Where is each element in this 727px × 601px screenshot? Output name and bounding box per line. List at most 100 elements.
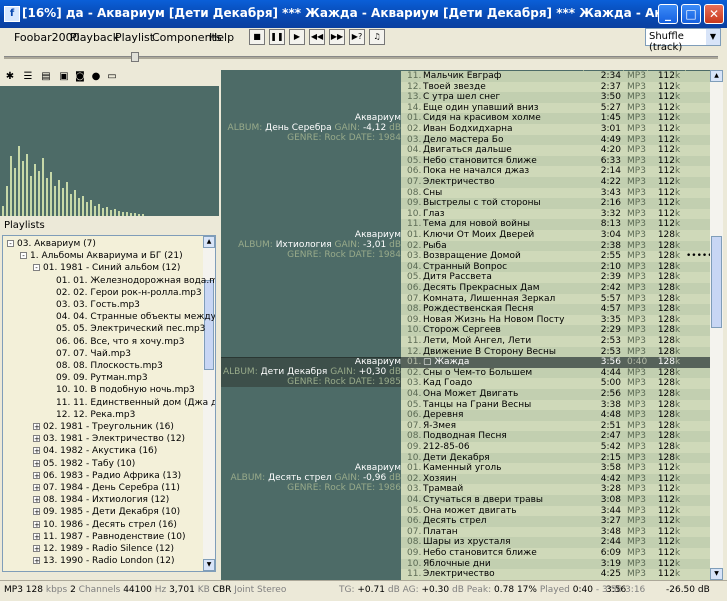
- playlist-row[interactable]: 01. Ключи От Моих Дверей 3:04 MP3 128 k: [401, 230, 710, 241]
- playlist-row[interactable]: 11. Электричество 4:25 MP3 112 k: [401, 569, 710, 580]
- expand-icon[interactable]: +: [33, 423, 40, 431]
- console-icon[interactable]: ▭: [106, 71, 118, 83]
- playlist-row[interactable]: 08. Сны 3:43 MP3 112 k: [401, 187, 710, 199]
- playlist-row[interactable]: 14. Еще один упавший вниз 5:27 MP3 112 k: [401, 102, 710, 114]
- foobar-app-icon[interactable]: f: [4, 6, 20, 22]
- playlist-row[interactable]: 07. Электричество 4:22 MP3 112 k: [401, 177, 710, 188]
- playlist-row[interactable]: 02. Хозяин 4:42 MP3 112 k: [401, 473, 710, 485]
- playlist-row[interactable]: 10. Сторож Сергеев 2:29 MP3 128 k: [401, 325, 710, 337]
- seek-track[interactable]: [4, 56, 718, 59]
- expand-icon[interactable]: +: [33, 471, 40, 479]
- expand-icon[interactable]: +: [33, 496, 40, 504]
- expand-icon[interactable]: +: [33, 545, 40, 553]
- chevron-down-icon[interactable]: ▼: [706, 29, 720, 45]
- playlist-scroll-up-icon[interactable]: ▲: [710, 70, 723, 82]
- playlist-row[interactable]: 02. Иван Бодхидхарна 3:01 MP3 112 k: [401, 124, 710, 135]
- note-icon[interactable]: ♫: [369, 29, 385, 45]
- playlist-row[interactable]: 05. Танцы на Грани Весны 3:38 MP3 128 k: [401, 399, 710, 411]
- collapse-icon[interactable]: -: [7, 240, 14, 248]
- playlist-row[interactable]: 02. Рыба 2:38 MP3 128 k: [401, 240, 710, 252]
- now-playing-row[interactable]: 01. ▢ Жажда 3:56 0:40 128 k: [401, 357, 710, 369]
- status-volume[interactable]: -26.50 dB: [666, 585, 710, 595]
- playlist-row[interactable]: 04. Стучаться в двери травы 3:08 MP3 112 k: [401, 495, 710, 506]
- playlist-row[interactable]: 05. Она может двигать 3:44 MP3 112 k: [401, 505, 710, 517]
- playlist-row[interactable]: 12. Движение В Сторону Весны 2:53 MP3 128 k: [401, 346, 710, 358]
- expand-icon[interactable]: +: [33, 520, 40, 528]
- collapse-icon[interactable]: -: [20, 252, 27, 260]
- wand-icon[interactable]: ✱: [4, 71, 16, 83]
- menu-playlist[interactable]: Playlist: [115, 31, 154, 44]
- playlist-row[interactable]: 11. Лети, Мой Ангел, Лети 2:53 MP3 128 k: [401, 336, 710, 347]
- playlist-row[interactable]: 10. Глаз 3:32 MP3 112 k: [401, 208, 710, 220]
- playlist-row[interactable]: 06. Десять стрел 3:27 MP3 112 k: [401, 516, 710, 528]
- playlist-row[interactable]: 01. Сидя на красивом холме 1:45 MP3 112 k: [401, 113, 710, 125]
- playlist-row[interactable]: 04. Она Может Двигать 2:56 MP3 128 k: [401, 389, 710, 400]
- playlist-row[interactable]: 07. Комната, Лишенная Зеркал 5:57 MP3 128 k: [401, 293, 710, 305]
- stop-icon[interactable]: ■: [249, 29, 265, 45]
- collapse-icon[interactable]: -: [33, 264, 40, 272]
- play-icon[interactable]: ▶: [289, 29, 305, 45]
- playlist-row[interactable]: 08. Подводная Песня 2:47 MP3 128 k: [401, 431, 710, 443]
- playlist-row[interactable]: 12. Твоей звезде 2:37 MP3 112 k: [401, 81, 710, 93]
- minimize-button[interactable]: _: [658, 4, 678, 24]
- scroll-up-icon[interactable]: ▲: [203, 236, 215, 248]
- playlist-scroll-thumb[interactable]: [711, 236, 722, 328]
- playlist-row[interactable]: 02. Сны о Чем-то Большем 4:44 MP3 128 k: [401, 367, 710, 379]
- playlist-row[interactable]: 09. Небо становится ближе 6:09 MP3 112 k: [401, 548, 710, 559]
- playlist-row[interactable]: 01. Каменный уголь 3:58 MP3 112 k: [401, 463, 710, 475]
- playlist-row[interactable]: 06. Десять Прекрасных Дам 2:42 MP3 128 k: [401, 283, 710, 294]
- pause-icon[interactable]: ❚❚: [269, 29, 285, 45]
- playlist-row[interactable]: 07. Платан 3:48 MP3 112 k: [401, 526, 710, 538]
- tree-scroll-thumb[interactable]: [204, 280, 214, 370]
- playlist-row[interactable]: 13. С утра шел снег 3:50 MP3 112 k: [401, 92, 710, 104]
- expand-icon[interactable]: +: [33, 484, 40, 492]
- random-icon[interactable]: ▶?: [349, 29, 365, 45]
- playlist-row[interactable]: 09. Выстрелы с той стороны 2:16 MP3 112 k: [401, 198, 710, 210]
- expand-icon[interactable]: +: [33, 532, 40, 540]
- playlist-row[interactable]: 03. Возвращение Домой 2:55 MP3 128 k •••••: [401, 251, 710, 263]
- playlist-row[interactable]: 05. Дитя Рассвета 2:39 MP3 128 k: [401, 272, 710, 284]
- playlist-row[interactable]: 10. Яблочные дни 3:19 MP3 112 k: [401, 558, 710, 570]
- playlist-row[interactable]: 03. Дело мастера Бо 4:49 MP3 112 k: [401, 134, 710, 146]
- menu-help[interactable]: Help: [209, 31, 234, 44]
- expand-icon[interactable]: +: [33, 435, 40, 443]
- playlist-row[interactable]: 07. Я-Змея 2:51 MP3 128 k: [401, 420, 710, 432]
- playback-order-dropdown[interactable]: Shuffle (track) ▼: [645, 28, 721, 53]
- close-button[interactable]: ✕: [704, 4, 724, 24]
- track-duration: 3:48: [600, 526, 621, 537]
- playlist-row[interactable]: 04. Двигаться дальше 4:20 MP3 112 k: [401, 145, 710, 157]
- expand-icon[interactable]: +: [33, 447, 40, 455]
- equalizer-icon[interactable]: ▤: [40, 71, 52, 83]
- expand-icon[interactable]: +: [33, 557, 40, 565]
- maximize-button[interactable]: □: [681, 4, 701, 24]
- save-icon[interactable]: ▣: [58, 71, 70, 83]
- playlist-row[interactable]: 09. Новая Жизнь На Новом Посту 3:35 MP3 128 k: [401, 314, 710, 326]
- playlist-row[interactable]: 08. Шары из хрусталя 2:44 MP3 112 k: [401, 537, 710, 549]
- playlist-view[interactable]: 11. Мальчик Евграф 2:34 MP3 112 k 12. Твоей зве…: [221, 70, 710, 580]
- binoculars-icon[interactable]: ◙: [74, 71, 86, 83]
- playlist-row[interactable]: 06. Деревня 4:48 MP3 128 k: [401, 410, 710, 422]
- playlist-row[interactable]: 11. Тема для новой войны 8:13 MP3 112 k: [401, 219, 710, 231]
- seek-thumb[interactable]: [131, 52, 139, 62]
- expand-icon[interactable]: +: [33, 459, 40, 467]
- playlist-scrollbar[interactable]: ▲ ▼: [710, 70, 723, 580]
- playlist-row[interactable]: 05. Небо становится ближе 6:33 MP3 112 k: [401, 155, 710, 167]
- scroll-down-icon[interactable]: ▼: [203, 559, 215, 571]
- playlist-row[interactable]: 09. 212-85-06 5:42 MP3 128 k: [401, 442, 710, 453]
- expand-icon[interactable]: +: [33, 508, 40, 516]
- playlist-row[interactable]: 06. Пока не начался джаз 2:14 MP3 112 k: [401, 166, 710, 178]
- playlist-tree[interactable]: ▲ ▼ -03. Аквариум (7) -1. Альбомы Аквариу…: [2, 235, 216, 572]
- playlist-row[interactable]: 11. Мальчик Евграф 2:34 MP3 112 k: [401, 71, 710, 82]
- playlist-row[interactable]: 10. Дети Декабря 2:15 MP3 128 k: [401, 452, 710, 464]
- playlist-row[interactable]: 04. Странный Вопрос 2:10 MP3 128 k: [401, 261, 710, 273]
- list-icon[interactable]: ☰: [22, 71, 34, 83]
- record-icon[interactable]: ●: [90, 71, 102, 83]
- menu-playback[interactable]: Playback: [70, 31, 119, 44]
- previous-icon[interactable]: ◀◀: [309, 29, 325, 45]
- seek-bar[interactable]: [4, 52, 718, 62]
- playlist-scroll-down-icon[interactable]: ▼: [710, 568, 723, 580]
- next-icon[interactable]: ▶▶: [329, 29, 345, 45]
- playlist-row[interactable]: 08. Рождественская Песня 4:57 MP3 128 k: [401, 304, 710, 316]
- playlist-row[interactable]: 03. Трамвай 3:28 MP3 112 k: [401, 484, 710, 496]
- playlist-row[interactable]: 03. Кад Гоадо 5:00 MP3 128 k: [401, 378, 710, 390]
